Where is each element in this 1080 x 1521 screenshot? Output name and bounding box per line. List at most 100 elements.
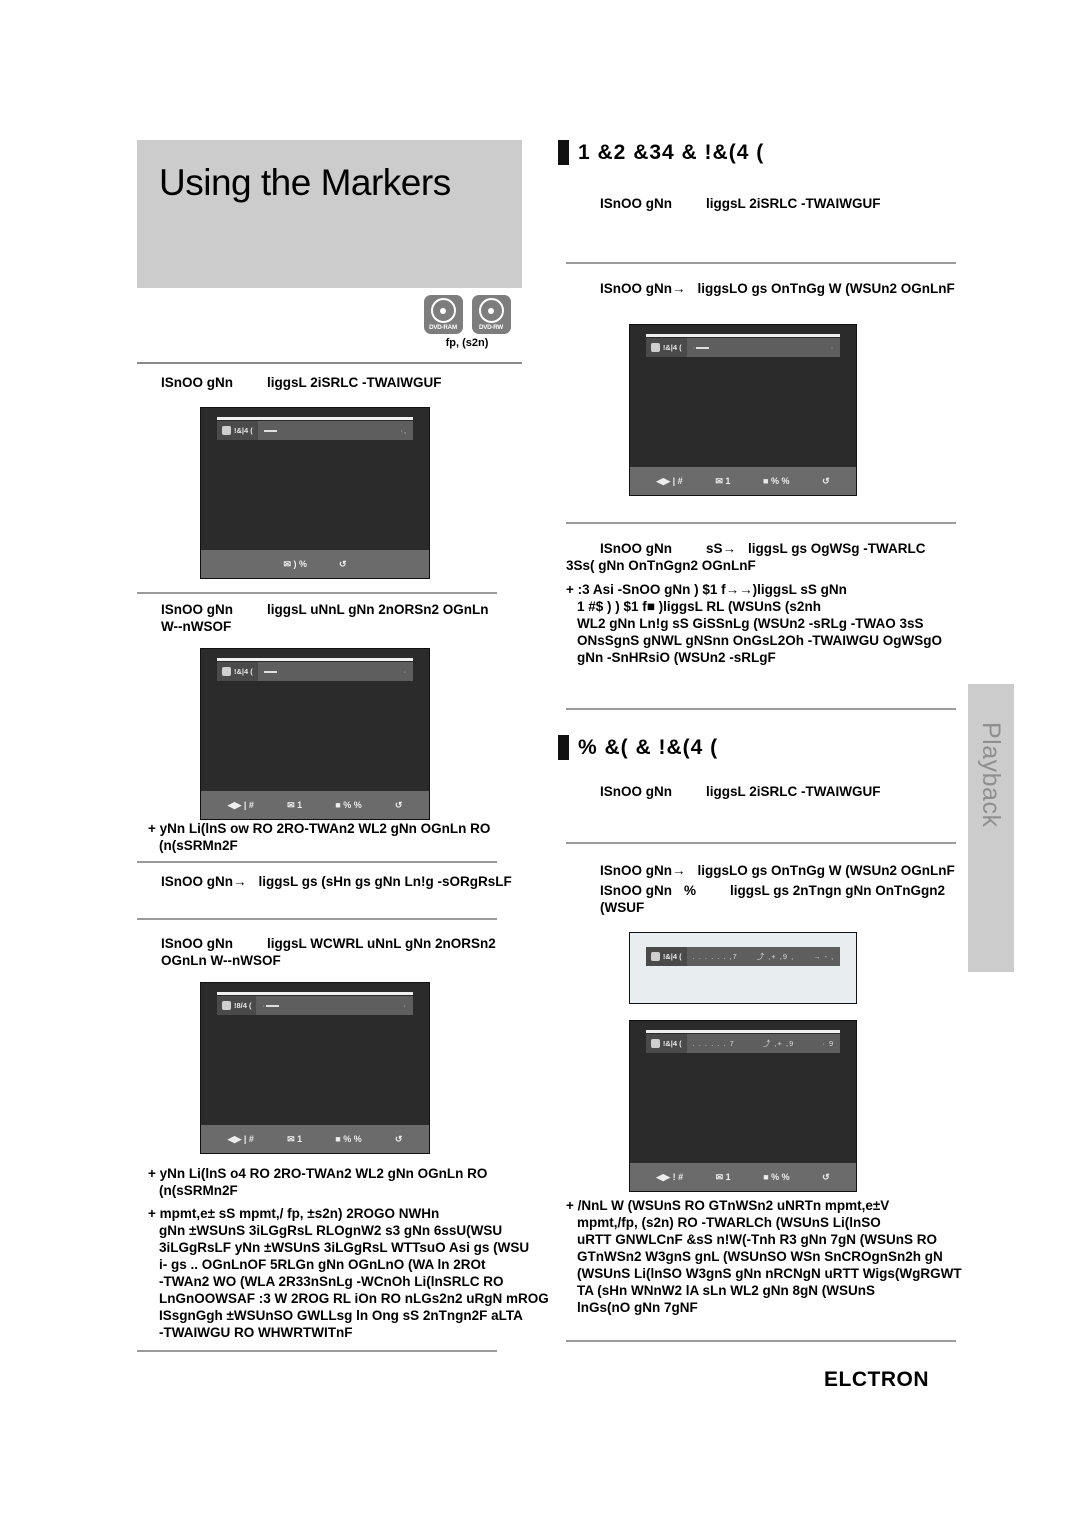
left-note-2: + yNn Li(lnS o4 RO 2RO-TWAn2 WL2 gNn OGn…	[148, 1165, 487, 1199]
left-note-3-line: 3iLGgRsLF yNn ±WSUnS 3iLGgRsL WTTsuO Asi…	[159, 1240, 530, 1255]
osd-footer-item: ↺	[822, 475, 830, 486]
osd-id-label: !&|4 (	[662, 343, 682, 352]
osd-footer-item: ◀▶ | #	[656, 475, 683, 486]
osd-info-bar: !&|4 ( · ·	[645, 338, 841, 357]
right-note-1-line: WL2 gNn Ln!g sS GiSSnLg (WSUn2 -sRLg -TW…	[577, 616, 924, 631]
section-heading-1: 1 &2 &34 & !&(4 (	[558, 140, 1018, 165]
left-note-3-line: ISsgnGgh ±WSUnSO GWLLsg ln Ong sS 2nTngn…	[159, 1308, 523, 1323]
section-marker-icon	[558, 140, 569, 165]
osd-screenshot-6: !&|4 ( . . . . . . 7 ⤴ ,+ ,9 · 9 ◀▶ ! # …	[629, 1020, 857, 1192]
osd-field: ·	[257, 662, 414, 681]
disc-glyph-icon	[650, 343, 660, 352]
osd-footer-item: ✉ 1	[287, 799, 303, 810]
osd-field-right: ·	[830, 343, 835, 352]
right-step-6-label: ISnOO gNn	[600, 883, 672, 898]
osd-footer-item: ■ % %	[763, 1172, 790, 1182]
osd-footer-item: ↺	[822, 1171, 830, 1182]
right-step-3-mid: sS→	[706, 541, 737, 556]
osd-footer-item: ↺	[394, 799, 403, 810]
section-marker-icon	[558, 735, 569, 760]
osd-footer-item: ↺	[394, 1133, 403, 1144]
page-title: Using the Markers	[159, 162, 451, 203]
right-note-2-line: (WSUnS Li(lnSO W3gnS gNn nRCNgN uRTT Wig…	[577, 1266, 962, 1281]
left-note-2-line: + yNn Li(lnS o4 RO 2RO-TWAn2 WL2 gNn OGn…	[148, 1166, 488, 1181]
right-note-2-line: GTnWSn2 W3gnS gnL (WSUnSO WSn SnCROgnSn2…	[577, 1249, 943, 1264]
left-rule-3	[137, 918, 497, 920]
osd-top-line	[645, 1030, 841, 1033]
osd-footer-bar: ◀▶ ! # ✉ 1 ■ % % ↺	[630, 1163, 856, 1191]
osd-screenshot-4: !&|4 ( · · ◀▶ | # ✉ 1 ■ % % ↺	[629, 324, 857, 496]
right-step-6-mid: %	[684, 883, 697, 898]
right-rule-3	[566, 708, 956, 710]
left-step-2-text: liggsL uNnL gNn 2nORSn2 OGnLn	[267, 602, 489, 617]
left-rule-2	[137, 861, 497, 863]
osd-field: . . . . . . 7 ⤴ ,+ ,9 · 9	[686, 1034, 841, 1053]
right-step-5-text: liggsLO gs OnTnGg W (WSUn2 OGnLnF	[697, 863, 955, 878]
osd-info-bar: !&|4 ( . . . . . . 7 ⤴ ,+ ,9 · 9	[645, 1034, 841, 1053]
disc-glyph-icon	[221, 426, 231, 435]
osd-field-right: ·	[403, 1001, 408, 1010]
left-note-3-line: LnGnOOWSAF :3 W 2ROG RL iOn RO nLGs2n2 u…	[159, 1291, 549, 1306]
right-rule-4	[566, 842, 956, 844]
right-rule-1	[566, 262, 956, 264]
right-column: 1 &2 &34 & !&(4 ( ISnOO gNn liggsL 2iSRLC…	[558, 140, 1018, 1342]
right-note-2-line: uRTT GNWLCnF &sS n!W(-Tnh R3 gNn 7gN (WS…	[577, 1232, 937, 1247]
disc-glyph-icon	[221, 1001, 231, 1010]
osd-top-line	[216, 658, 414, 661]
right-note-1-line: ONsSgnS gNWL gNSnn OnGsL2Oh -TWAIWGU OgW…	[577, 633, 942, 648]
left-step-1-text: liggsL 2iSRLC -TWAIWGUF	[267, 375, 442, 390]
left-note-3-line: -TWAn2 WO (WLA 2R33nSnLg -WCnOh Li(lnSRL…	[159, 1274, 504, 1289]
left-note-1: + yNn Li(lnS ow RO 2RO-TWAn2 WL2 gNn OGn…	[148, 820, 490, 854]
osd-top-line	[216, 417, 414, 420]
osd-footer-item: ✉ 1	[287, 1133, 303, 1144]
osd-footer-item: ■ % %	[763, 476, 790, 486]
osd-screenshot-2: !&|4 ( · ◀▶ | # ✉ 1 ■ % % ↺	[200, 648, 430, 820]
left-rule-1	[137, 592, 497, 594]
right-step-2: ISnOO gNn→ liggsLO gs OnTnGg W (WSUn2 OGn…	[600, 280, 955, 297]
left-step-4-line2: OGnLn W--nWSOF	[161, 953, 281, 968]
osd-screenshot-1: !&|4 ( ·, ✉ ) % ↺	[200, 407, 430, 579]
osd-disc-id: !&|4 (	[216, 662, 258, 681]
osd-id-label: !&|4 (	[233, 667, 253, 676]
osd-dash-glyph	[263, 429, 277, 432]
disc-glyph-icon	[650, 952, 660, 961]
osd-id-label: !&|4 (	[662, 952, 682, 961]
section-heading-2-text: % &( & !&(4 (	[578, 735, 719, 759]
osd-disc-id: !8/4 (	[216, 996, 257, 1015]
osd-footer-item: ■ % %	[335, 1134, 362, 1144]
disc-glyph-icon	[650, 1039, 660, 1048]
osd-field-right: ·,	[400, 426, 408, 435]
right-note-2-line: lnGs(nO gNn 7gNF	[577, 1300, 698, 1315]
left-note-3-line: i- gs .. OGnLnOF 5RLGn gNn OGnLnO (WA ln…	[159, 1257, 486, 1272]
osd-footer-item: ◀▶ ! #	[656, 1171, 684, 1182]
right-step-4: ISnOO gNn liggsL 2iSRLC -TWAIWGUF	[600, 783, 881, 800]
osd-footer-bar: ◀▶ | # ✉ 1 ■ % % ↺	[630, 467, 856, 495]
disc-glyph-icon	[221, 667, 231, 676]
osd-field: ·,	[257, 421, 414, 440]
right-note-2-line: TA (sHn WNnW2 lA sLn WL2 gNn 8gN (WSUnS	[577, 1283, 875, 1298]
right-step-1-label: ISnOO gNn	[600, 196, 672, 211]
osd-dash-glyph	[696, 346, 710, 349]
osd-id-label: !&|4 (	[233, 426, 253, 435]
osd-field-right: · 9	[822, 1039, 835, 1048]
osd-disc-id: !&|4 (	[645, 947, 687, 966]
osd-screenshot-3: !8/4 ( · · ◀▶ | # ✉ 1 ■ % % ↺	[200, 982, 430, 1154]
disc-compatibility-badges: DVD-RAM DVD-RW fp, (s2n)	[407, 295, 527, 349]
left-step-2-line2: W--nWSOF	[161, 619, 232, 634]
left-note-3: + mpmt,e± sS mpmt,/ fp, ±s2n) 2ROGO NWHn…	[148, 1205, 549, 1341]
disc-ring-glyph	[478, 298, 504, 323]
right-note-1: + :3 Asi -SnOO gNn ) $1 f→→)liggsL sS gN…	[566, 581, 942, 666]
left-step-4-label: ISnOO gNn	[161, 936, 233, 951]
osd-field-mid: ⤴ ,+ ,9	[762, 1039, 795, 1048]
right-note-2-line: + /NnL W (WSUnS RO GTnWSn2 uNRTn mpmt,e±…	[566, 1198, 890, 1213]
playback-side-tab-label: Playback	[977, 722, 1006, 828]
osd-field-mid: ⤴ ,+ ,9 ,	[756, 952, 795, 961]
left-rule-top	[137, 362, 522, 364]
right-step-1-text: liggsL 2iSRLC -TWAIWGUF	[706, 196, 881, 211]
disc-caption: fp, (s2n)	[445, 337, 489, 349]
right-step-3-text: liggsL gs OgWSg -TWARLC	[748, 541, 926, 556]
right-step-1: ISnOO gNn liggsL 2iSRLC -TWAIWGUF	[600, 195, 881, 212]
left-step-1: ISnOO gNn liggsL 2iSRLC -TWAIWGUF	[161, 374, 442, 391]
right-rule-2	[566, 522, 956, 524]
playback-side-tab: Playback	[968, 684, 1014, 972]
